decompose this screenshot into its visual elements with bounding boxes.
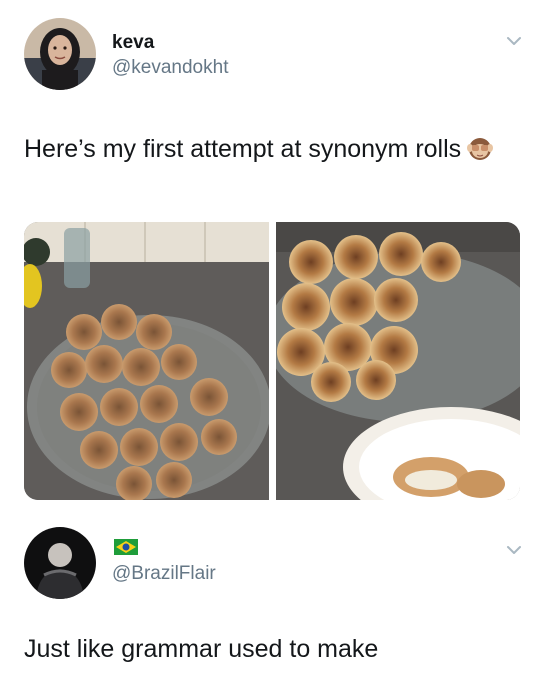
tweet-text-content: Here’s my first attempt at synonym rolls [24,135,462,163]
chevron-down-icon[interactable] [505,32,523,50]
user-handle[interactable]: @kevandokht [112,57,228,79]
reply-user-handle[interactable]: @BrazilFlair [112,563,216,585]
brazil-flag-icon [114,539,138,555]
photo-baked-rolls[interactable] [276,222,520,500]
reply-tweet-text: Just like grammar used to make [24,635,379,663]
photo-unbaked-rolls[interactable] [24,222,269,500]
display-name[interactable]: keva [112,32,154,54]
chevron-down-icon[interactable] [505,541,523,559]
tweet-text: Here’s my first attempt at synonym rolls [24,130,524,168]
see-no-evil-monkey-icon [465,134,495,160]
avatar-brazilflair[interactable] [24,527,96,599]
avatar-keva[interactable] [24,18,96,90]
